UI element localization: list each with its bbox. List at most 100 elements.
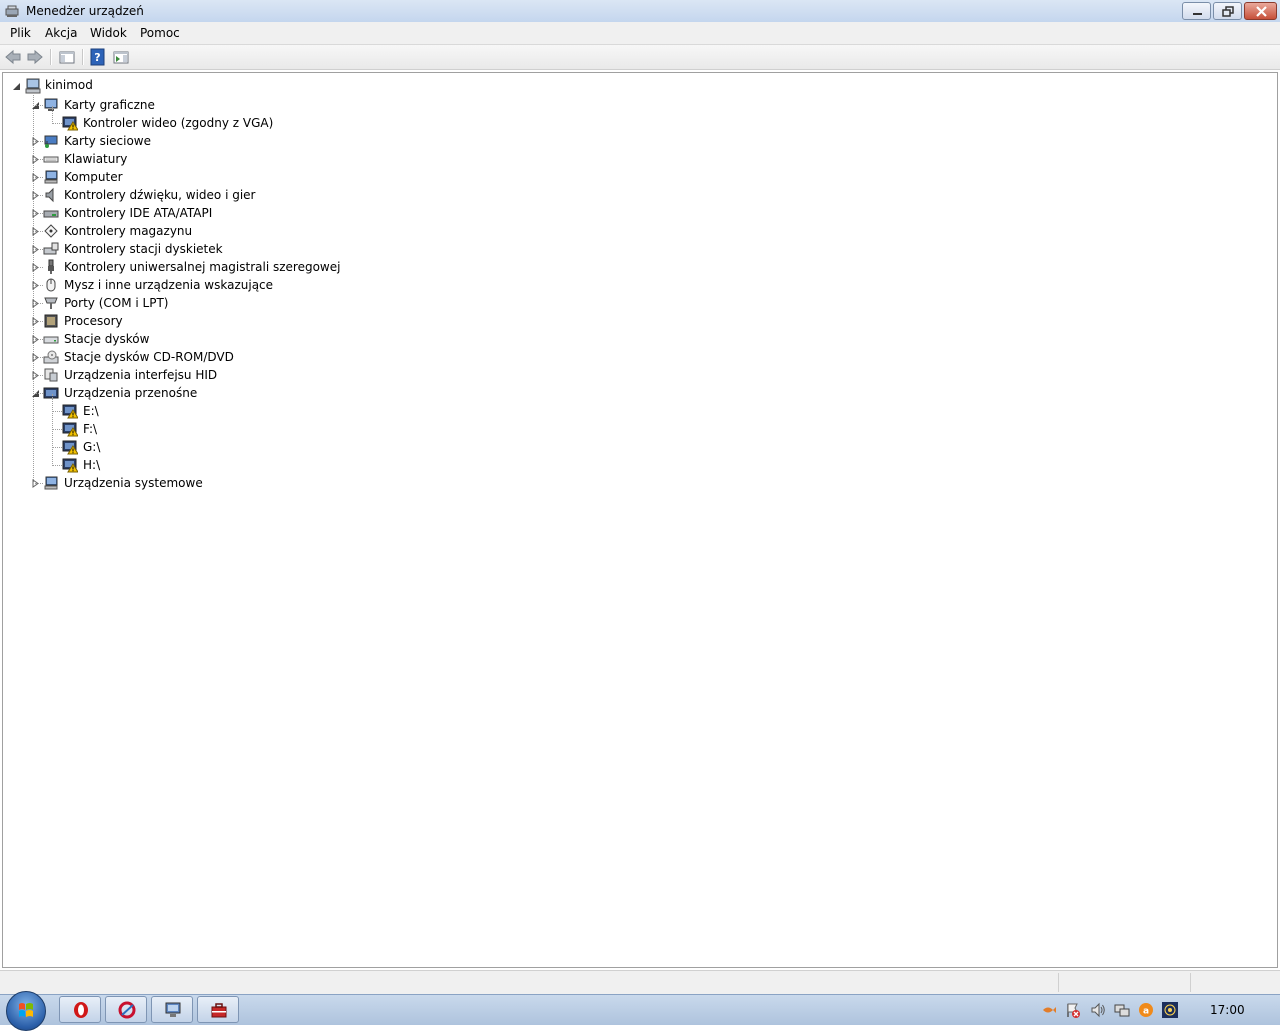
tree-category[interactable]: Mysz i inne urządzenia wskazujące [3,276,1203,294]
tree-category-label[interactable]: Kontrolery uniwersalnej magistrali szere… [64,260,340,274]
action-center-icon[interactable] [1065,1002,1081,1018]
tree-category[interactable]: Porty (COM i LPT) [3,294,1203,312]
fish-icon[interactable] [1041,1002,1057,1018]
tree-category-label[interactable]: Komputer [64,170,123,184]
tree-guide-line [35,303,43,304]
tree-category[interactable]: Procesory [3,312,1203,330]
tree-category-label[interactable]: Kontrolery magazynu [64,224,192,238]
tree-category-label[interactable]: Kontrolery stacji dyskietek [64,242,223,256]
tree-device[interactable]: H:\ [3,456,1203,474]
mouse-icon [46,278,56,292]
tree-guide-line [52,447,62,448]
tree-device-label[interactable]: F:\ [83,422,97,436]
tree-guide-line [35,213,43,214]
tree-device[interactable]: G:\ [3,438,1203,456]
tree-device-label[interactable]: H:\ [83,458,100,472]
tree-category-label[interactable]: Mysz i inne urządzenia wskazujące [64,278,273,292]
tree-category[interactable]: Urządzenia interfejsu HID [3,366,1203,384]
tree-guide-line [35,357,43,358]
tree-category[interactable]: Kontrolery stacji dyskietek [3,240,1203,258]
tree-device[interactable]: F:\ [3,420,1203,438]
network-icon[interactable] [1114,1002,1130,1018]
tree-category[interactable]: Klawiatury [3,150,1203,168]
tree-guide-line [52,429,62,430]
tree-category-label[interactable]: Karty sieciowe [64,134,151,148]
tree-device[interactable]: Kontroler wideo (zgodny z VGA) [3,114,1203,132]
avast-icon[interactable]: a [1138,1002,1154,1018]
wireless-icon[interactable] [1162,1002,1178,1018]
volume-icon[interactable] [1090,1002,1106,1018]
toolbar-separator [82,49,84,65]
tree-guide-line [35,393,43,394]
menu-action[interactable]: Akcja [43,26,79,40]
taskbar-ccleaner-button[interactable] [105,996,147,1023]
tree-category[interactable]: Komputer [3,168,1203,186]
tree-category-label[interactable]: Kontrolery IDE ATA/ATAPI [64,206,212,220]
start-button[interactable] [6,991,46,1031]
minimize-button[interactable] [1182,2,1211,20]
tree-device-label[interactable]: G:\ [83,440,100,454]
tree-category[interactable]: Karty sieciowe [3,132,1203,150]
menu-bar: Plik Akcja Widok Pomoc [0,22,1280,45]
network-adapter-icon [44,135,58,148]
title-bar[interactable]: Menedżer urządzeń [0,0,1280,23]
back-arrow-icon[interactable] [4,48,22,66]
tree-guide-line [52,465,62,466]
tree-category[interactable]: Kontrolery dźwięku, wideo i gier [3,186,1203,204]
port-icon [44,297,58,309]
tree-category-label[interactable]: Klawiatury [64,152,127,166]
display-adapter-icon [44,98,58,111]
windows-logo-icon [19,1003,33,1017]
taskbar-clock[interactable]: 17:00 [1210,1003,1245,1017]
tree-category-label[interactable]: Procesory [64,314,123,328]
tree-guide-line [35,177,43,178]
tree-guide-line [35,195,43,196]
tree-category-label[interactable]: Urządzenia przenośne [64,386,197,400]
speaker-icon [45,187,54,203]
taskbar-toolbox-button[interactable] [197,996,239,1023]
menu-help[interactable]: Pomoc [138,26,182,40]
tree-device[interactable]: E:\ [3,402,1203,420]
system-devices-icon [44,476,58,490]
tree-device-label[interactable]: E:\ [83,404,99,418]
tree-category[interactable]: Karty graficzne [3,96,1203,114]
taskbar-device-manager-button[interactable] [151,996,193,1023]
tree-category-label[interactable]: Stacje dysków CD-ROM/DVD [64,350,234,364]
hid-icon [44,368,58,382]
tree-category[interactable]: Kontrolery IDE ATA/ATAPI [3,204,1203,222]
toolbox-icon [211,1003,227,1018]
taskbar-opera-button[interactable] [59,996,101,1023]
tree-device-label[interactable]: Kontroler wideo (zgodny z VGA) [83,116,273,130]
help-icon[interactable]: ? [89,48,107,66]
tree-category[interactable]: Urządzenia systemowe [3,474,1203,492]
tree-category-label[interactable]: Karty graficzne [64,98,155,112]
status-pane [1058,973,1189,992]
tree-guide-line [35,285,43,286]
tree-category-label[interactable]: Stacje dysków [64,332,149,346]
tree-category-label[interactable]: Urządzenia systemowe [64,476,203,490]
tree-guide-line [52,106,53,124]
disk-drive-icon [43,336,59,344]
tree-category-label[interactable]: Porty (COM i LPT) [64,296,168,310]
tree-root-label[interactable]: kinimod [45,78,93,92]
tree-category-label[interactable]: Urządzenia interfejsu HID [64,368,217,382]
keyboard-icon [43,156,59,163]
properties-pane-icon[interactable] [112,48,130,66]
tree-category[interactable]: Urządzenia przenośne [3,384,1203,402]
opera-icon [74,1002,88,1018]
forward-arrow-icon[interactable] [26,48,44,66]
restore-button[interactable] [1213,2,1242,20]
device-tree[interactable]: kinimod Karty graficzne Kontroler wideo (… [2,72,1278,968]
tree-category[interactable]: Kontrolery magazynu [3,222,1203,240]
tree-category[interactable]: Stacje dysków [3,330,1203,348]
tree-category[interactable]: Stacje dysków CD-ROM/DVD [3,348,1203,366]
menu-view[interactable]: Widok [88,26,129,40]
cdrom-icon [43,350,59,364]
device-warning-icon [62,404,78,419]
tree-category-label[interactable]: Kontrolery dźwięku, wideo i gier [64,188,255,202]
menu-file[interactable]: Plik [8,26,33,40]
collapse-arrow-icon[interactable] [12,82,21,91]
close-button[interactable] [1244,2,1277,20]
tree-category[interactable]: Kontrolery uniwersalnej magistrali szere… [3,258,1203,276]
show-hide-console-tree-icon[interactable] [58,48,76,66]
